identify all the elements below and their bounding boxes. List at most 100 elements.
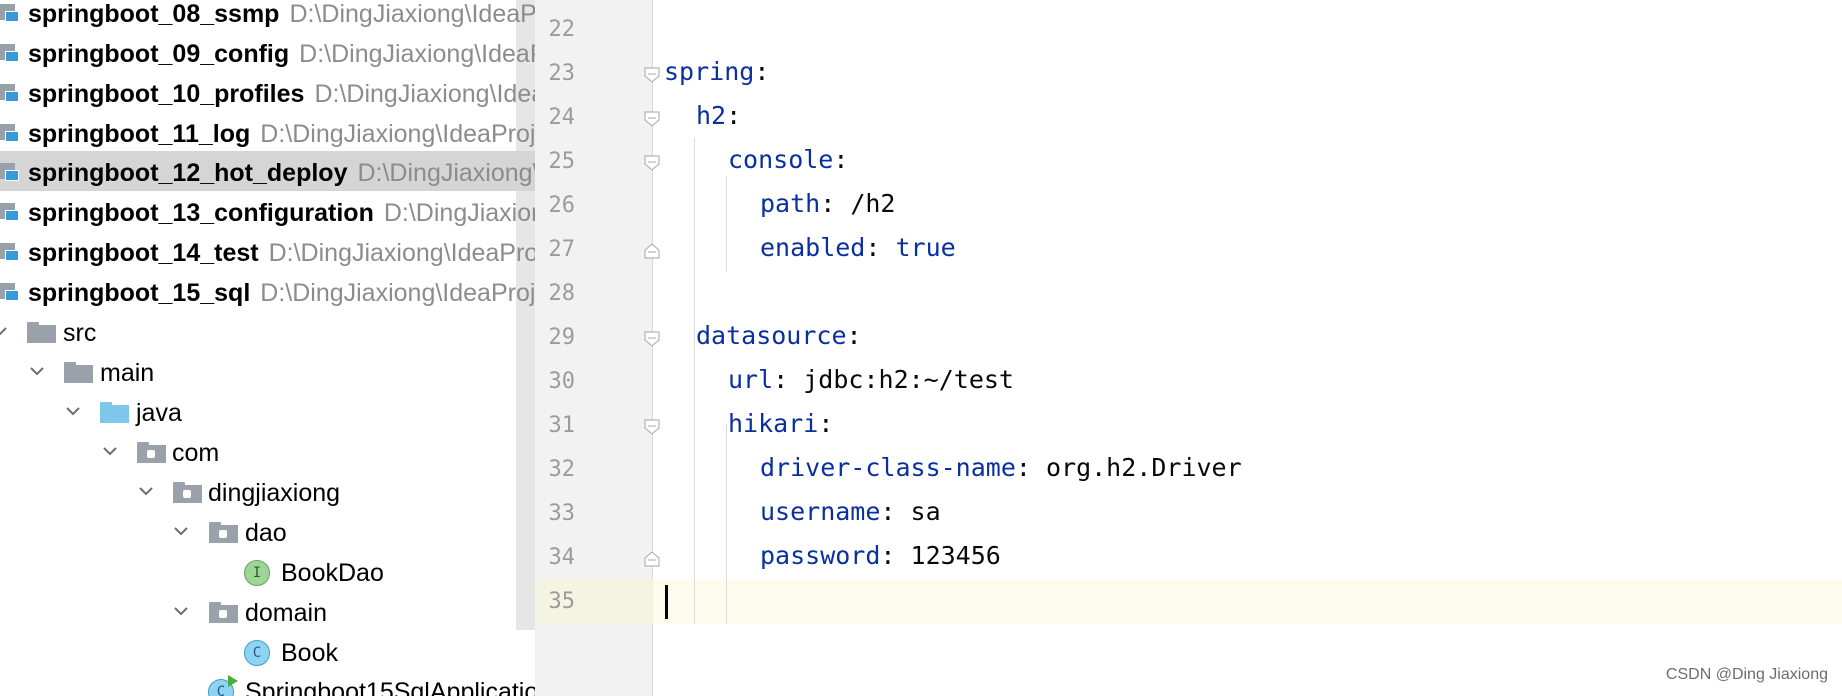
- yaml-key: path: [760, 189, 821, 218]
- module-name: springboot_15_sql: [28, 279, 251, 307]
- tree-item-module[interactable]: springboot_14_test D:\DingJiaxiong\IdeaPr…: [0, 231, 535, 271]
- fold-start-icon[interactable]: [644, 155, 660, 171]
- tree-label: dao: [245, 519, 287, 547]
- folder-icon: [64, 362, 93, 383]
- chevron-down-icon[interactable]: [137, 482, 155, 500]
- project-tree-panel: springboot_08_ssmp D:\DingJiaxiong\IdeaPr…: [0, 0, 535, 696]
- yaml-rest: : sa: [880, 497, 941, 526]
- chevron-down-icon[interactable]: [101, 442, 119, 460]
- module-path: D:\DingJiaxiong\IdeaProjects: [260, 279, 535, 307]
- run-icon: [228, 675, 238, 687]
- package-icon: [209, 522, 238, 543]
- module-icon: [0, 201, 20, 221]
- tree-item-dingjiaxiong[interactable]: dingjiaxiong: [0, 471, 535, 511]
- tree-label: BookDao: [281, 559, 384, 587]
- module-path: D:\DingJiaxiong\IdeaProjects: [383, 199, 535, 227]
- tree-item-application[interactable]: C Springboot15SqlApplication: [0, 670, 535, 696]
- tree-item-dao[interactable]: dao: [0, 511, 535, 551]
- fold-start-icon[interactable]: [644, 67, 660, 83]
- chevron-down-icon[interactable]: [172, 522, 190, 540]
- package-icon: [137, 442, 166, 463]
- tree-label: java: [136, 399, 182, 427]
- line-number: 27: [548, 237, 576, 262]
- chevron-down-icon[interactable]: [172, 602, 190, 620]
- tree-item-java[interactable]: java: [0, 391, 535, 431]
- code-line[interactable]: h2:: [696, 101, 741, 130]
- code-line[interactable]: datasource:: [696, 321, 862, 350]
- code-line[interactable]: password: 123456: [760, 541, 1001, 570]
- code-line[interactable]: path: /h2: [760, 189, 895, 218]
- yaml-rest: :: [833, 145, 849, 174]
- code-line[interactable]: url: jdbc:h2:~/test: [728, 365, 1014, 394]
- tree-item-src[interactable]: src: [0, 311, 535, 351]
- yaml-key: h2: [696, 101, 727, 130]
- line-number: 22: [548, 17, 576, 42]
- tree-item-module[interactable]: springboot_13_configuration D:\DingJiaxio…: [0, 191, 535, 231]
- tree-item-domain[interactable]: domain: [0, 591, 535, 631]
- tree-item-book[interactable]: C Book: [0, 631, 535, 671]
- module-path: D:\DingJiaxiong\IdeaProjects: [357, 159, 535, 187]
- tree-item-module-selected[interactable]: springboot_12_hot_deploy D:\DingJiaxiong\…: [0, 151, 535, 191]
- tree-item-module[interactable]: springboot_15_sql D:\DingJiaxiong\IdeaPro…: [0, 271, 535, 311]
- yaml-key: driver-class-name: [760, 453, 1016, 482]
- tree-item-module[interactable]: springboot_11_log D:\DingJiaxiong\IdeaPro…: [0, 112, 535, 152]
- yaml-key: enabled: [760, 233, 866, 262]
- fold-start-icon[interactable]: [644, 419, 660, 435]
- module-icon: [0, 42, 20, 62]
- tree-label: Springboot15SqlApplication: [245, 678, 535, 696]
- line-number: 23: [548, 61, 576, 86]
- yaml-key: spring: [664, 57, 755, 86]
- code-line[interactable]: spring:: [664, 57, 769, 86]
- code-line[interactable]: hikari:: [728, 409, 833, 438]
- module-icon: [0, 2, 20, 22]
- module-icon: [0, 122, 20, 142]
- fold-end-icon[interactable]: [644, 243, 660, 259]
- yaml-key: url: [728, 365, 774, 394]
- module-path: D:\DingJiaxiong\IdeaProjects: [260, 120, 535, 148]
- yaml-key: hikari: [728, 409, 819, 438]
- yaml-rest: :: [818, 409, 834, 438]
- module-name: springboot_13_configuration: [28, 199, 374, 227]
- package-icon: [209, 602, 238, 623]
- folder-icon: [27, 322, 56, 343]
- tree-label: com: [172, 439, 220, 467]
- code-line[interactable]: username: sa: [760, 497, 941, 526]
- chevron-down-icon[interactable]: [0, 322, 9, 340]
- line-number: 32: [548, 457, 576, 482]
- code-line[interactable]: console:: [728, 145, 848, 174]
- indent-guide: [726, 176, 727, 272]
- yaml-key: username: [760, 497, 881, 526]
- yaml-rest: : /h2: [820, 189, 896, 218]
- line-number: 35: [548, 589, 576, 614]
- indent-guide: [694, 138, 695, 624]
- current-line-highlight: [535, 580, 1842, 624]
- module-name: springboot_10_profiles: [28, 80, 305, 108]
- yaml-rest: :: [726, 101, 742, 130]
- tree-item-module[interactable]: springboot_08_ssmp D:\DingJiaxiong\IdeaPr…: [0, 0, 535, 32]
- indent-guide: [726, 424, 727, 624]
- tree-item-module[interactable]: springboot_09_config D:\DingJiaxiong\Idea…: [0, 32, 535, 72]
- yaml-rest: : jdbc:h2:~/test: [773, 365, 1014, 394]
- module-path: D:\DingJiaxiong\IdeaProjects: [314, 80, 535, 108]
- module-name: springboot_08_ssmp: [28, 0, 280, 28]
- tree-item-bookdao[interactable]: I BookDao: [0, 551, 535, 591]
- line-number: 29: [548, 325, 576, 350]
- module-path: D:\DingJiaxiong\IdeaProjects: [268, 239, 535, 267]
- fold-end-icon[interactable]: [644, 551, 660, 567]
- tree-item-com[interactable]: com: [0, 431, 535, 471]
- tree-item-module[interactable]: springboot_10_profiles D:\DingJiaxiong\Id…: [0, 72, 535, 112]
- code-line[interactable]: driver-class-name: org.h2.Driver: [760, 453, 1242, 482]
- yaml-rest: :: [846, 321, 862, 350]
- chevron-down-icon[interactable]: [28, 362, 46, 380]
- module-name: springboot_12_hot_deploy: [28, 159, 348, 187]
- fold-start-icon[interactable]: [644, 331, 660, 347]
- module-name: springboot_14_test: [28, 239, 259, 267]
- code-line[interactable]: enabled: true: [760, 233, 956, 262]
- yaml-key: password: [760, 541, 881, 570]
- chevron-down-icon[interactable]: [64, 402, 82, 420]
- package-icon: [173, 482, 202, 503]
- source-folder-icon: [100, 402, 129, 423]
- module-name: springboot_09_config: [28, 40, 290, 68]
- tree-item-main[interactable]: main: [0, 351, 535, 391]
- fold-start-icon[interactable]: [644, 111, 660, 127]
